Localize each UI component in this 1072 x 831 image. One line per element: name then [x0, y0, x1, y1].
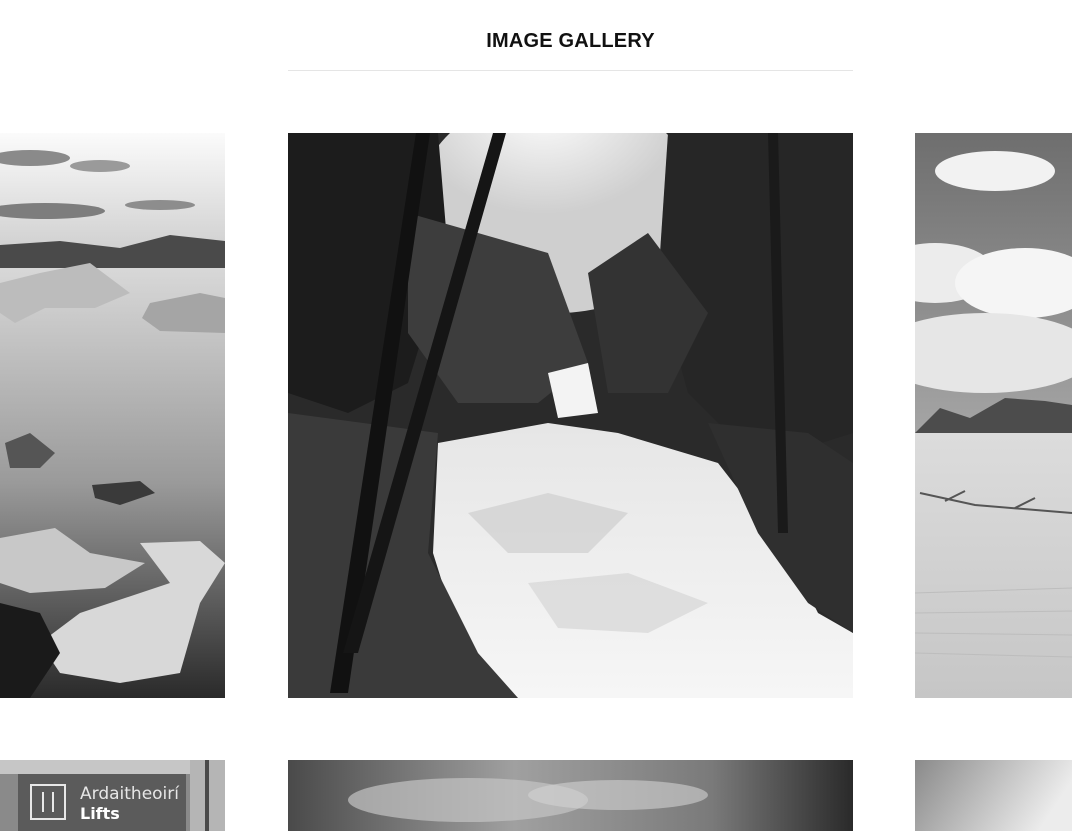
gallery-page: IMAGE GALLERY Ardaitheoirí Lifts [0, 0, 1072, 831]
gallery-image-sky[interactable] [288, 760, 853, 831]
gallery-image-desert[interactable] [915, 133, 1072, 698]
desert-photo [915, 133, 1072, 698]
sign-label-english: Lifts [80, 804, 120, 823]
sign-label-irish: Ardaitheoirí [80, 784, 179, 804]
gallery-image-lifts[interactable]: Ardaitheoirí Lifts [0, 760, 225, 831]
lifts-sign: Ardaitheoirí Lifts [18, 774, 186, 831]
fade-photo [915, 760, 1072, 831]
gallery-image-fade[interactable] [915, 760, 1072, 831]
page-title: IMAGE GALLERY [486, 30, 655, 52]
ice-photo [0, 133, 225, 698]
gallery-image-ice[interactable] [0, 133, 225, 698]
elevator-icon [30, 784, 66, 820]
sky-photo [288, 760, 853, 831]
gallery-header: IMAGE GALLERY [288, 0, 853, 71]
gallery-image-waterfall[interactable] [288, 133, 853, 698]
waterfall-photo [288, 133, 853, 698]
